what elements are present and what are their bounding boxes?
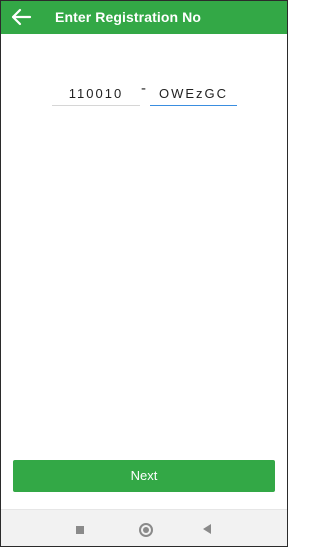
phone-screen: Enter Registration No 110010 - OWEzGC Ne… bbox=[0, 0, 288, 547]
back-arrow-icon[interactable] bbox=[9, 6, 33, 28]
page-title: Enter Registration No bbox=[55, 9, 202, 25]
home-circle-icon[interactable] bbox=[139, 523, 153, 537]
registration-code-input[interactable]: OWEzGC bbox=[150, 83, 237, 106]
system-nav-bar bbox=[1, 509, 287, 546]
app-bar: Enter Registration No bbox=[1, 1, 287, 34]
recent-apps-square-icon[interactable] bbox=[76, 526, 84, 534]
next-button[interactable]: Next bbox=[13, 460, 275, 492]
registration-separator: - bbox=[141, 80, 146, 97]
registration-prefix-input[interactable]: 110010 bbox=[52, 83, 140, 106]
back-triangle-icon[interactable] bbox=[203, 524, 211, 534]
